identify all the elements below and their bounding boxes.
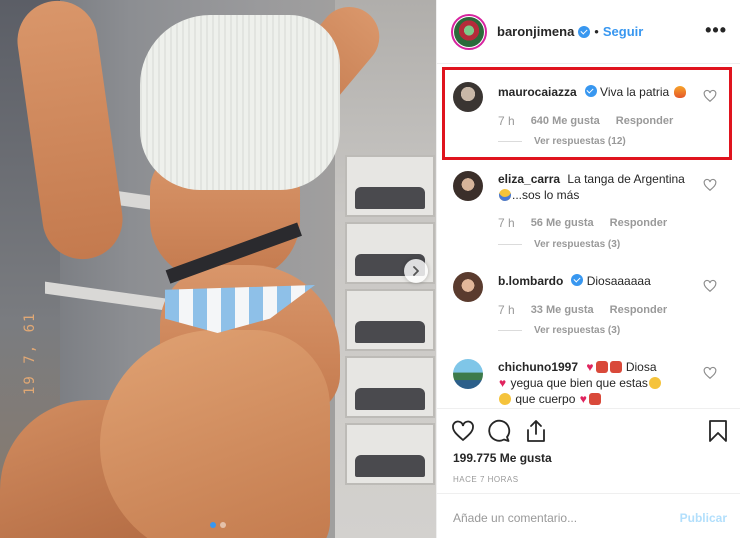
shoe-cubby xyxy=(345,155,435,217)
commenter-username[interactable]: eliza_carra xyxy=(498,172,560,186)
shoe-cubby xyxy=(345,423,435,485)
comment-text: b.lombardo Diosaaaaaa xyxy=(498,273,698,289)
view-replies-button[interactable]: Ver respuestas (3) xyxy=(498,325,620,336)
comments-list[interactable]: maurocaiazza Viva la patria 7 h 640 Me g… xyxy=(437,65,740,405)
post-header: baronjimena • Seguir ••• xyxy=(437,0,740,64)
heart-emoji-icon: ♥ xyxy=(579,392,587,405)
commenter-username[interactable]: chichuno1997 xyxy=(498,360,578,374)
highlight-box xyxy=(442,67,732,160)
tongue-emoji-icon xyxy=(609,361,622,373)
smile-emoji-icon xyxy=(648,377,661,389)
verified-icon xyxy=(571,274,584,286)
heart-emoji-icon: ♥ xyxy=(586,360,594,374)
comment-body-line2: yegua que bien que estas xyxy=(510,376,648,390)
post-photo[interactable]: 19 7, 61 xyxy=(0,0,436,538)
comment-body: Diosaaaaaa xyxy=(586,274,651,288)
like-count[interactable]: 199.775 Me gusta xyxy=(453,451,552,465)
carousel-dot xyxy=(220,522,226,528)
commenter-username[interactable]: b.lombardo xyxy=(498,274,563,288)
tongue-emoji-icon xyxy=(595,361,608,373)
scream-emoji-icon xyxy=(499,189,511,201)
comment-meta: 7 h 56 Me gusta Responder xyxy=(498,216,667,230)
comment-body: La tanga de Argentina xyxy=(567,172,685,186)
photo-date-stamp: 19 7, 61 xyxy=(22,311,38,395)
bookmark-icon[interactable] xyxy=(707,419,729,443)
post-actions: 199.775 Me gusta HACE 7 HORAS Publicar xyxy=(437,408,740,538)
comment-likes[interactable]: 56 Me gusta xyxy=(531,217,594,229)
shoe-cubby xyxy=(345,356,435,418)
shoe-cubby xyxy=(345,289,435,351)
commenter-avatar[interactable] xyxy=(453,359,483,389)
header-bullet: • xyxy=(594,24,599,39)
avatar-image xyxy=(454,16,484,47)
comment-meta: 7 h 33 Me gusta Responder xyxy=(498,303,667,317)
reply-button[interactable]: Responder xyxy=(610,304,667,316)
ellipsis-icon[interactable]: ••• xyxy=(705,20,727,41)
heart-emoji-icon: ♥ xyxy=(499,376,507,390)
comment-text: chichuno1997 ♥ Diosa ♥ yegua que bien qu… xyxy=(498,359,698,405)
heart-outline-icon[interactable] xyxy=(703,366,717,380)
view-replies-label: Ver respuestas (3) xyxy=(534,325,621,336)
carousel-dots xyxy=(210,522,226,528)
comment-age[interactable]: 7 h xyxy=(498,216,515,230)
comment-body: Diosa xyxy=(625,360,657,374)
share-icon[interactable] xyxy=(524,419,548,443)
add-comment-bar: Publicar xyxy=(437,493,740,538)
shelf xyxy=(45,281,165,311)
comment-text: eliza_carra La tanga de Argentina ...sos… xyxy=(498,171,698,203)
carousel-dot-active xyxy=(210,522,216,528)
commenter-avatar[interactable] xyxy=(453,272,483,302)
smile-emoji-icon xyxy=(499,393,511,405)
comment-age[interactable]: 7 h xyxy=(498,303,515,317)
comment-likes[interactable]: 33 Me gusta xyxy=(531,304,594,316)
author-username[interactable]: baronjimena xyxy=(497,24,574,39)
verified-icon xyxy=(578,25,591,38)
tongue-emoji-icon xyxy=(588,393,601,405)
comment-input[interactable] xyxy=(453,510,680,525)
carousel-next-button[interactable] xyxy=(404,259,428,283)
heart-outline-icon[interactable] xyxy=(703,178,717,192)
comment-body-line3: que cuerpo xyxy=(515,392,576,405)
figure-leg xyxy=(100,330,330,538)
post-time[interactable]: HACE 7 HORAS xyxy=(453,475,519,484)
post-side-panel: baronjimena • Seguir ••• maurocaiazza Vi… xyxy=(436,0,740,538)
heart-outline-icon[interactable] xyxy=(703,279,717,293)
reply-button[interactable]: Responder xyxy=(610,217,667,229)
commenter-avatar[interactable] xyxy=(453,171,483,201)
publish-button[interactable]: Publicar xyxy=(680,511,727,525)
comment-body-line2: ...sos lo más xyxy=(512,188,580,202)
comment-icon[interactable] xyxy=(487,419,511,443)
avatar[interactable] xyxy=(451,13,487,50)
replies-divider xyxy=(498,330,522,331)
chevron-right-icon xyxy=(413,266,419,276)
heart-icon[interactable] xyxy=(451,419,475,443)
view-replies-label: Ver respuestas (3) xyxy=(534,239,621,250)
follow-button[interactable]: Seguir xyxy=(603,24,643,39)
figure-top xyxy=(140,15,340,190)
replies-divider xyxy=(498,244,522,245)
view-replies-button[interactable]: Ver respuestas (3) xyxy=(498,239,620,250)
